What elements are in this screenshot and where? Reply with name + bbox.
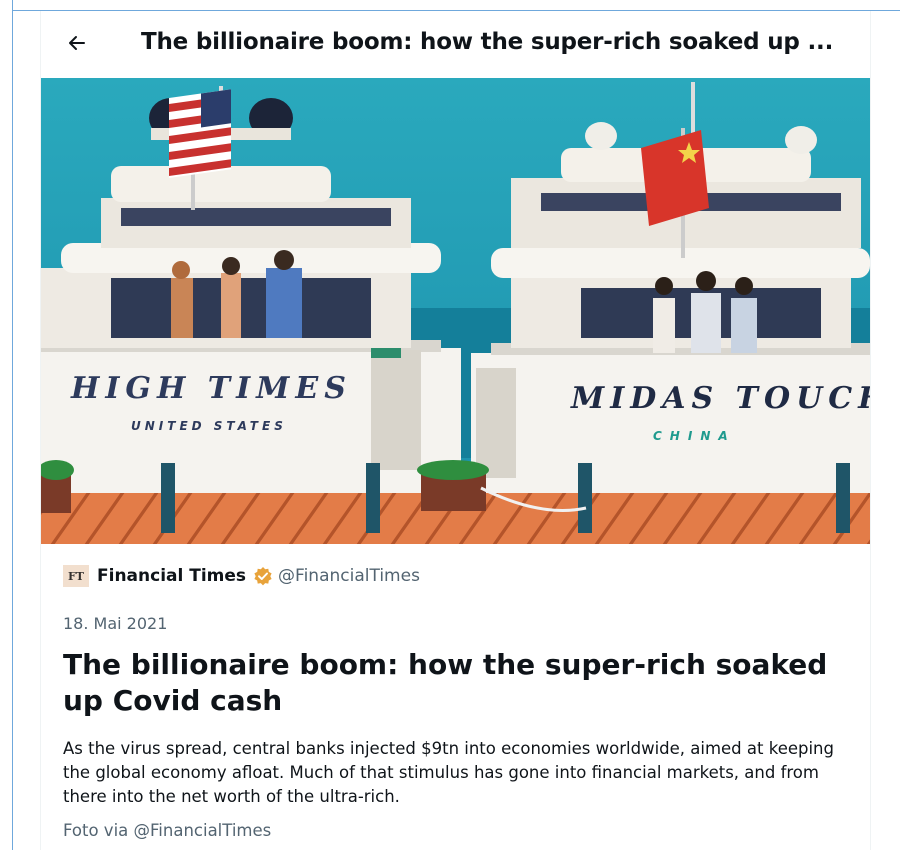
article-description: As the virus spread, central banks injec… — [63, 739, 834, 806]
page-title: The billionaire boom: how the super-rich… — [141, 29, 834, 55]
window-border-left — [12, 0, 13, 850]
svg-text:MIDAS TOUCH: MIDAS TOUCH — [570, 381, 870, 416]
article-image[interactable]: HIGH TIMES UNITED STATES MIDAS TOUCH CHI… — [41, 78, 870, 544]
svg-text:UNITED STATES: UNITED STATES — [131, 419, 287, 433]
svg-text:HIGH TIMES: HIGH TIMES — [70, 371, 352, 406]
article-card: The billionaire boom: how the super-rich… — [40, 11, 871, 850]
ft-logo: FT — [63, 565, 89, 587]
top-bar: The billionaire boom: how the super-rich… — [41, 11, 870, 78]
publish-date: 18. Mai 2021 — [63, 614, 168, 633]
article-title[interactable]: The billionaire boom: how the super-rich… — [63, 647, 853, 719]
source-row[interactable]: FT Financial Times @FinancialTimes — [63, 563, 420, 589]
source-handle[interactable]: @FinancialTimes — [278, 566, 420, 586]
verified-badge-icon — [253, 566, 273, 586]
svg-text:CHINA: CHINA — [653, 429, 736, 443]
photo-credit[interactable]: Foto via @FinancialTimes — [63, 821, 271, 840]
source-name[interactable]: Financial Times — [97, 566, 246, 586]
arrow-left-icon — [67, 33, 87, 57]
back-button[interactable] — [57, 25, 97, 65]
